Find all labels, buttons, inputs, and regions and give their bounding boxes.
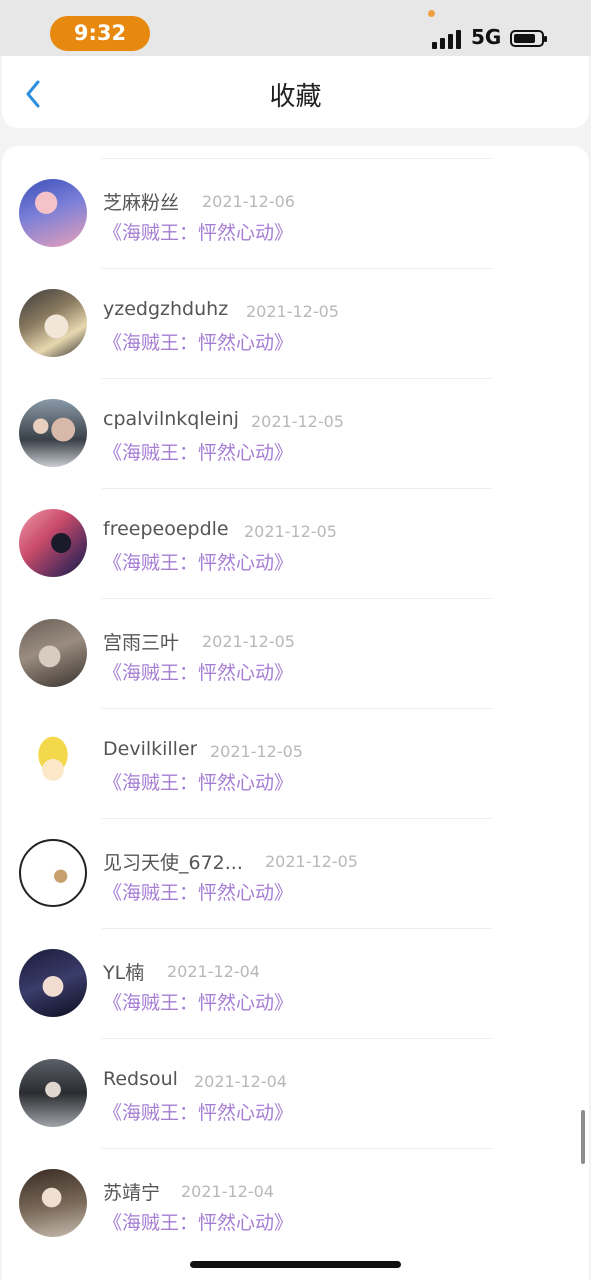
- work-title-link[interactable]: 《海贼王：怦然心动》: [103, 658, 293, 685]
- avatar[interactable]: [19, 839, 87, 907]
- work-title-link[interactable]: 《海贼王：怦然心动》: [103, 988, 293, 1015]
- user-name[interactable]: YL楠: [103, 958, 144, 985]
- scrollbar[interactable]: [581, 1110, 585, 1164]
- avatar[interactable]: [19, 729, 87, 797]
- list-item[interactable]: cpalvilnkqleinj 2021-12-05 《海贼王：怦然心动》: [2, 366, 589, 476]
- status-time: 9:32: [50, 16, 150, 51]
- favorite-date: 2021-12-06: [202, 192, 295, 211]
- user-name[interactable]: 苏靖宁: [103, 1178, 160, 1205]
- work-title-link[interactable]: 《海贼王：怦然心动》: [103, 768, 293, 795]
- favorite-date: 2021-12-05: [210, 742, 303, 761]
- privacy-indicator-dot: [428, 10, 435, 17]
- signal-icon: [432, 29, 464, 49]
- user-name[interactable]: 芝麻粉丝: [103, 188, 179, 215]
- list-item[interactable]: 芝麻粉丝 2021-12-06 《海贼王：怦然心动》: [2, 146, 589, 256]
- avatar[interactable]: [19, 399, 87, 467]
- work-title-link[interactable]: 《海贼王：怦然心动》: [103, 1208, 293, 1235]
- list-item[interactable]: yzedgzhduhz 2021-12-05 《海贼王：怦然心动》: [2, 256, 589, 366]
- network-label: 5G: [471, 25, 502, 49]
- favorite-date: 2021-12-04: [194, 1072, 287, 1091]
- list-item[interactable]: YL楠 2021-12-04 《海贼王：怦然心动》: [2, 916, 589, 1026]
- list-item[interactable]: freepeoepdle 2021-12-05 《海贼王：怦然心动》: [2, 476, 589, 586]
- home-indicator[interactable]: [190, 1261, 401, 1268]
- favorite-date: 2021-12-05: [246, 302, 339, 321]
- user-name[interactable]: yzedgzhduhz: [103, 298, 228, 320]
- list-item[interactable]: Redsoul 2021-12-04 《海贼王：怦然心动》: [2, 1026, 589, 1136]
- avatar[interactable]: [19, 949, 87, 1017]
- user-name[interactable]: Devilkiller: [103, 738, 197, 760]
- work-title-link[interactable]: 《海贼王：怦然心动》: [103, 328, 293, 355]
- user-name[interactable]: cpalvilnkqleinj: [103, 408, 239, 430]
- work-title-link[interactable]: 《海贼王：怦然心动》: [103, 218, 293, 245]
- user-name[interactable]: Redsoul: [103, 1068, 178, 1090]
- favorite-date: 2021-12-05: [251, 412, 344, 431]
- favorite-date: 2021-12-05: [244, 522, 337, 541]
- nav-header: 收藏: [2, 56, 589, 128]
- avatar[interactable]: [19, 179, 87, 247]
- avatar[interactable]: [19, 1059, 87, 1127]
- favorites-list[interactable]: 芝麻粉丝 2021-12-06 《海贼王：怦然心动》 yzedgzhduhz 2…: [2, 146, 589, 1280]
- favorite-date: 2021-12-05: [265, 852, 358, 871]
- user-name[interactable]: freepeoepdle: [103, 518, 229, 540]
- page-title: 收藏: [269, 82, 322, 112]
- user-name[interactable]: 宫雨三叶: [103, 628, 179, 655]
- avatar[interactable]: [19, 289, 87, 357]
- avatar[interactable]: [19, 1169, 87, 1237]
- battery-icon: [510, 30, 547, 47]
- list-item[interactable]: 见习天使_672... 2021-12-05 《海贼王：怦然心动》: [2, 806, 589, 916]
- list-item[interactable]: Devilkiller 2021-12-05 《海贼王：怦然心动》: [2, 696, 589, 806]
- list-item[interactable]: 宫雨三叶 2021-12-05 《海贼王：怦然心动》: [2, 586, 589, 696]
- favorite-date: 2021-12-04: [167, 962, 260, 981]
- avatar[interactable]: [19, 509, 87, 577]
- avatar[interactable]: [19, 619, 87, 687]
- work-title-link[interactable]: 《海贼王：怦然心动》: [103, 1098, 293, 1125]
- list-item[interactable]: 苏靖宁 2021-12-04 《海贼王：怦然心动》: [2, 1136, 589, 1246]
- work-title-link[interactable]: 《海贼王：怦然心动》: [103, 878, 293, 905]
- favorite-date: 2021-12-04: [181, 1182, 274, 1201]
- status-bar: 9:32 5G: [0, 0, 591, 56]
- work-title-link[interactable]: 《海贼王：怦然心动》: [103, 438, 293, 465]
- user-name[interactable]: 见习天使_672...: [103, 848, 243, 875]
- work-title-link[interactable]: 《海贼王：怦然心动》: [103, 548, 293, 575]
- favorite-date: 2021-12-05: [202, 632, 295, 651]
